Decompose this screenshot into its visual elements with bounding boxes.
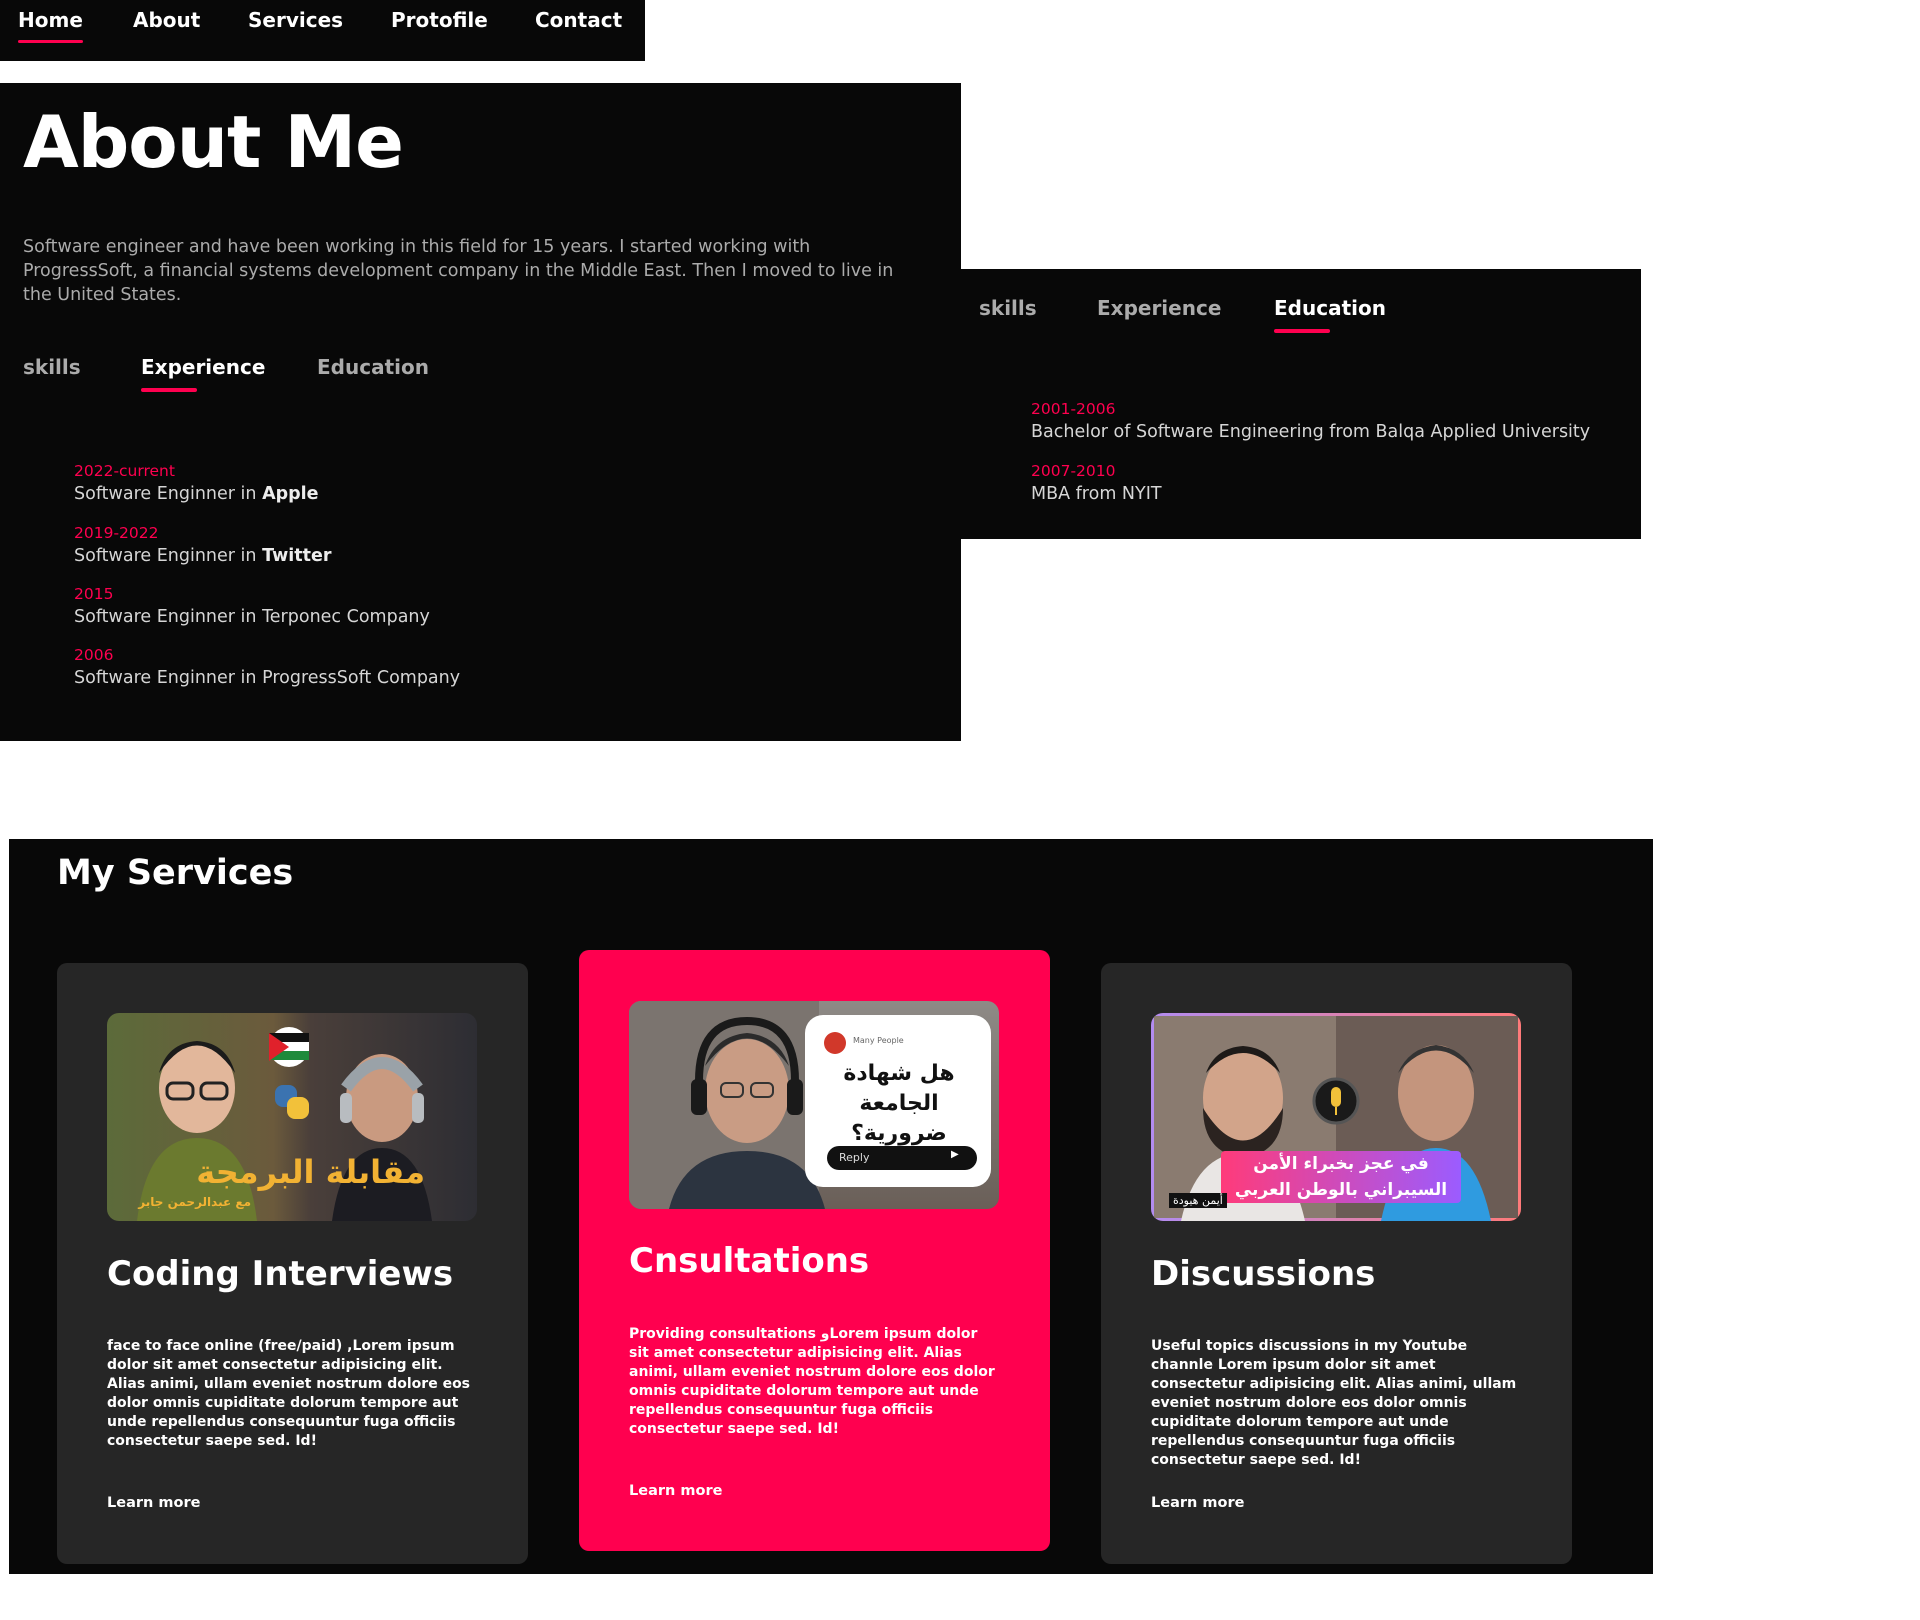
service-thumbnail: Many People هل شهادة الجامعة ضرورية؟ Rep… bbox=[629, 1001, 999, 1209]
about-text: Software engineer and have been working … bbox=[23, 237, 894, 305]
nav-services[interactable]: Services bbox=[248, 8, 343, 32]
experience-item: 2022-current Software Enginner in Apple bbox=[74, 460, 319, 506]
learn-more-link[interactable]: Learn more bbox=[107, 1495, 200, 1511]
learn-more-link[interactable]: Learn more bbox=[629, 1483, 722, 1499]
tab-skills[interactable]: skills bbox=[979, 296, 1037, 320]
service-card-title: Coding Interviews bbox=[107, 1254, 454, 1294]
thumbnail-subcaption: مع عبدالرحمن جابر bbox=[138, 1195, 251, 1209]
service-card-text: face to face online (free/paid) ,Lorem i… bbox=[107, 1338, 471, 1449]
thumbnail-reply: Reply bbox=[839, 1151, 870, 1164]
experience-item: 2015 Software Enginner in Terponec Compa… bbox=[74, 583, 430, 629]
about-section: About Me Software engineer and have been… bbox=[0, 83, 961, 741]
service-card-coding-interviews: مقابلة البرمجة مع عبدالرحمن جابر Coding … bbox=[57, 963, 528, 1564]
about-title: About Me bbox=[23, 100, 404, 184]
experience-role: Software Enginner in Terponec Company bbox=[74, 607, 430, 627]
thumbnail-caption: هل شهادة الجامعة ضرورية؟ bbox=[843, 1061, 955, 1146]
services-section: My Services مقابلة البرمجة مع عبدالرحمن … bbox=[9, 839, 1653, 1574]
experience-role: Software Enginner in Twitter bbox=[74, 546, 332, 566]
nav-about[interactable]: About bbox=[133, 8, 200, 32]
service-card-discussions: في عجز بخبراء الأمن السيبراني بالوطن الع… bbox=[1101, 963, 1572, 1564]
education-text: Bachelor of Software Engineering from Ba… bbox=[1031, 422, 1591, 442]
thumbnail-channel: Many People bbox=[853, 1036, 904, 1045]
experience-org: ProgressSoft Company bbox=[262, 668, 461, 688]
education-text: MBA from NYIT bbox=[1031, 484, 1162, 504]
experience-year: 2022-current bbox=[74, 462, 175, 480]
experience-role: Software Enginner in ProgressSoft Compan… bbox=[74, 668, 461, 688]
tab-education[interactable]: Education bbox=[317, 355, 429, 379]
experience-year: 2019-2022 bbox=[74, 524, 159, 542]
service-thumbnail: في عجز بخبراء الأمن السيبراني بالوطن الع… bbox=[1151, 1013, 1521, 1221]
education-panel: skills Experience Education 2001-2006 Ba… bbox=[961, 269, 1641, 539]
experience-org: Apple bbox=[262, 484, 319, 504]
education-year: 2007-2010 bbox=[1031, 462, 1116, 480]
education-item: 2001-2006 Bachelor of Software Engineeri… bbox=[1031, 398, 1590, 444]
tab-experience[interactable]: Experience bbox=[1097, 296, 1221, 320]
nav-home[interactable]: Home bbox=[18, 8, 83, 43]
nav-protofile[interactable]: Protofile bbox=[391, 8, 488, 32]
tab-experience[interactable]: Experience bbox=[141, 355, 265, 392]
service-card-title: Discussions bbox=[1151, 1254, 1376, 1294]
thumbnail-subcaption: أيمن هيودة bbox=[1169, 1193, 1227, 1208]
thumbnail-caption: مقابلة البرمجة bbox=[196, 1153, 425, 1191]
nav-contact[interactable]: Contact bbox=[535, 8, 622, 32]
education-year: 2001-2006 bbox=[1031, 400, 1116, 418]
service-card-text: Providing consultations وLorem ipsum dol… bbox=[629, 1326, 995, 1437]
education-item: 2007-2010 MBA from NYIT bbox=[1031, 460, 1162, 506]
service-card-consultations: Many People هل شهادة الجامعة ضرورية؟ Rep… bbox=[579, 950, 1050, 1551]
tab-skills[interactable]: skills bbox=[23, 355, 81, 379]
service-thumbnail: مقابلة البرمجة مع عبدالرحمن جابر bbox=[107, 1013, 477, 1221]
experience-org: Terponec Company bbox=[262, 607, 430, 627]
experience-item: 2006 Software Enginner in ProgressSoft C… bbox=[74, 644, 460, 690]
experience-year: 2015 bbox=[74, 585, 114, 603]
service-card-title: Cnsultations bbox=[629, 1241, 870, 1281]
top-nav: Home About Services Protofile Contact bbox=[0, 0, 645, 61]
tab-education[interactable]: Education bbox=[1274, 296, 1386, 333]
play-icon: ▶ bbox=[951, 1149, 959, 1160]
experience-role: Software Enginner in Apple bbox=[74, 484, 319, 504]
service-card-text: Useful topics discussions in my Youtube … bbox=[1151, 1338, 1517, 1468]
thumbnail-caption: في عجز بخبراء الأمن السيبراني بالوطن الع… bbox=[1221, 1151, 1461, 1203]
experience-year: 2006 bbox=[74, 646, 114, 664]
experience-item: 2019-2022 Software Enginner in Twitter bbox=[74, 522, 332, 568]
learn-more-link[interactable]: Learn more bbox=[1151, 1495, 1244, 1511]
experience-org: Twitter bbox=[262, 546, 332, 566]
services-title: My Services bbox=[57, 853, 294, 893]
